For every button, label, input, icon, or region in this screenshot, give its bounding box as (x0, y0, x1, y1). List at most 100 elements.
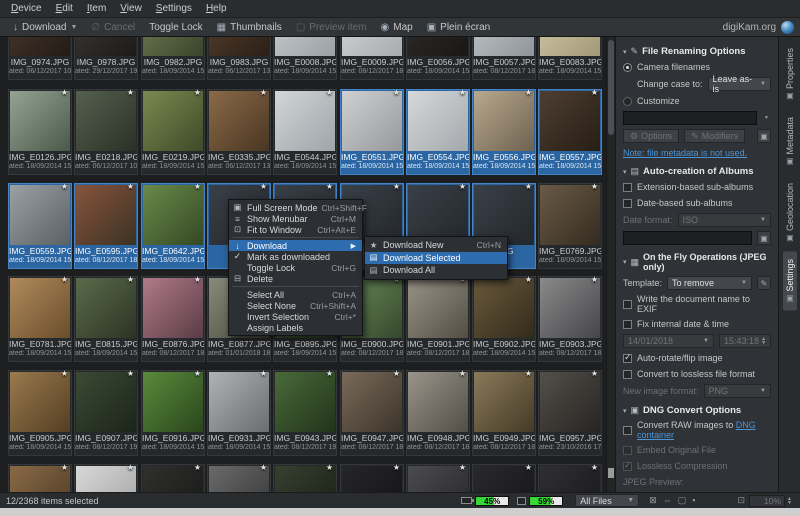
thumbnail-item[interactable]: ★IMG_0982.JPGated: 18/09/2014 15 (141, 37, 205, 80)
checkbox-icon[interactable] (623, 300, 632, 309)
preview-rename-button[interactable]: ▣ (757, 129, 771, 143)
checkbox-icon[interactable] (623, 426, 632, 435)
thumbnail-image[interactable] (408, 91, 468, 151)
onfly-section-header[interactable]: ▾ ▦ On the Fly Operations (JPEG only) (623, 252, 771, 272)
file-renaming-section-header[interactable]: ▾ ✎ File Renaming Options (623, 46, 771, 57)
metadata-note-link[interactable]: Note: file metadata is not used. (623, 148, 747, 158)
thumbnail-image[interactable] (10, 185, 70, 245)
menu-help[interactable]: Help (199, 1, 234, 16)
menu-item-download-all[interactable]: ▤Download All (365, 264, 507, 277)
thumbnail-item[interactable]: ★IMG_E0947.JPGated: 08/12/2017 18 (340, 370, 404, 456)
thumbnail-image[interactable] (540, 278, 600, 338)
thumbnail-image[interactable] (540, 372, 600, 432)
thumbnail-item[interactable]: ★ (207, 464, 271, 492)
side-tab-properties[interactable]: ▣Properties (783, 41, 797, 108)
thumbnail-item[interactable]: ★IMG_E0056.JPGated: 18/09/2014 15 (406, 37, 470, 80)
thumbnail-item[interactable]: ★ (406, 464, 470, 492)
menu-item-toggle-lock[interactable]: Toggle LockCtrl+G (229, 262, 362, 273)
grid-scrollbar[interactable] (606, 37, 615, 492)
date-format-select[interactable]: ISO ▼ (678, 213, 771, 227)
thumbnail-item[interactable]: ★IMG_E0876.JPGated: 08/12/2017 18 (141, 276, 205, 362)
thumbnail-image[interactable] (474, 278, 534, 338)
side-tab-settings[interactable]: ▣Settings (783, 252, 797, 311)
thumbnail-item[interactable]: ★ (141, 464, 205, 492)
thumbnail-image[interactable] (474, 37, 534, 56)
thumbnail-item[interactable]: ★IMG_E0781.JPGated: 18/09/2014 15 (8, 276, 72, 362)
rename-pattern-input[interactable] (623, 111, 757, 125)
thumbnail-item[interactable]: ★IMG_E0218.JPGated: 06/12/2017 10 (74, 89, 138, 175)
menu-item-download[interactable]: ↓Download▶ (229, 240, 362, 251)
thumbnail-item[interactable]: ★IMG_E0957.JPGated: 23/10/2016 17 (538, 370, 602, 456)
thumbnail-image[interactable] (76, 37, 136, 56)
thumbnail-image[interactable] (275, 91, 335, 151)
file-filter-select[interactable]: All Files ▼ (575, 494, 639, 507)
thumbnail-item[interactable]: ★IMG_E0642.JPGated: 18/09/2014 15 (141, 183, 205, 269)
menu-item-show-menubar[interactable]: ≡Show MenubarCtrl+M (229, 213, 362, 224)
thumbnail-image[interactable] (342, 37, 402, 56)
thumbnail-item[interactable]: ★IMG_E0903.JPGated: 08/12/2017 18 (538, 276, 602, 362)
zoom-fit-icon[interactable]: ⊠ (649, 495, 657, 506)
thumbnail-item[interactable]: ★IMG_E0902.JPGated: 18/09/2014 15 (472, 276, 536, 362)
map-button[interactable]: ◉Map (374, 21, 420, 34)
radio-on-icon[interactable] (623, 63, 632, 72)
thumbnail-image[interactable] (408, 37, 468, 56)
thumbnail-item[interactable]: ★IMG_E0551.JPGated: 18/09/2014 15 (340, 89, 404, 175)
thumbnail-image[interactable] (10, 278, 70, 338)
thumbnail-image[interactable] (540, 37, 600, 56)
thumbnail-image[interactable] (275, 37, 335, 56)
thumbnail-item[interactable]: ★IMG_E0126.JPGated: 18/09/2014 15 (8, 89, 72, 175)
thumbnail-image[interactable] (408, 372, 468, 432)
lossless-convert-row[interactable]: Convert to lossless file format (623, 368, 771, 380)
modifiers-button[interactable]: ✎ Modifiers (684, 129, 745, 143)
thumbnail-item[interactable]: ★IMG_E0595.JPGated: 08/12/2017 18 (74, 183, 138, 269)
menu-item[interactable]: Item (80, 1, 113, 16)
thumbnail-item[interactable]: ★IMG_E0769.JPGated: 18/09/2014 15 (538, 183, 602, 269)
thumbnail-image[interactable] (408, 278, 468, 338)
thumbnail-image[interactable] (76, 91, 136, 151)
dng-section-header[interactable]: ▾ ▣ DNG Convert Options (623, 405, 771, 416)
thumbnail-image[interactable] (76, 185, 136, 245)
thumbnail-item[interactable]: ★IMG_E0901.JPGated: 08/12/2017 18 (406, 276, 470, 362)
thumbnail-image[interactable] (76, 372, 136, 432)
thumbnail-item[interactable]: ★IMG_E0557.JPGated: 18/09/2014 15 (538, 89, 602, 175)
thumbnail-item[interactable]: ★ (273, 464, 337, 492)
image-format-select[interactable]: PNG ▼ (704, 384, 771, 398)
thumbnail-image[interactable] (474, 372, 534, 432)
date-picker[interactable]: 14/01/2018 ▼ (623, 334, 714, 348)
thumbnail-item[interactable]: ★IMG_E0907.JPGated: 08/12/2017 19 (74, 370, 138, 456)
change-case-select[interactable]: Leave as-is ▼ (708, 77, 771, 91)
thumbnail-item[interactable]: ★IMG_E0544.JPGated: 18/09/2014 15 (273, 89, 337, 175)
thumbnail-item[interactable]: ★IMG_E0931.JPGated: 18/09/2014 15 (207, 370, 271, 456)
chevron-down-icon[interactable]: ▼ (762, 116, 771, 120)
thumbnail-item[interactable]: ★IMG_0974.JPGated: 06/12/2017 10 (8, 37, 72, 80)
thumbnail-item[interactable]: ★IMG_E0949.JPGated: 08/12/2017 18 (472, 370, 536, 456)
thumbnail-item[interactable]: ★IMG_E0335.JPGated: 06/12/2017 13 (207, 89, 271, 175)
menu-item-invert-selection[interactable]: Invert SelectionCtrl+* (229, 311, 362, 322)
checkbox-icon[interactable] (623, 199, 632, 208)
menu-item-fit-to-window[interactable]: ⊡Fit to WindowCtrl+Alt+E (229, 224, 362, 235)
thumbnail-large-icon[interactable]: ▪ (692, 495, 695, 506)
thumbnail-item[interactable]: ★ (472, 464, 536, 492)
fullscreen-button[interactable]: ▣Plein écran (420, 21, 497, 34)
thumbnails-button[interactable]: ▦Thumbnails (210, 21, 289, 34)
thumbnail-image[interactable] (143, 185, 203, 245)
thumbnail-image[interactable] (275, 372, 335, 432)
menu-settings[interactable]: Settings (149, 1, 199, 16)
auto-albums-section-header[interactable]: ▾ ▤ Auto-creation of Albums (623, 166, 771, 177)
thumbnail-item[interactable]: ★ (74, 464, 138, 492)
fix-datetime-row[interactable]: Fix internal date & time (623, 318, 771, 330)
thumbnail-image[interactable] (540, 185, 600, 245)
checkbox-icon[interactable] (623, 370, 632, 379)
thumbnail-item[interactable]: ★IMG_E0905.JPGated: 18/09/2014 15 (8, 370, 72, 456)
thumbnail-image[interactable] (209, 91, 269, 151)
grid-scrollbar-button[interactable] (608, 468, 614, 478)
thumbnail-image[interactable] (540, 91, 600, 151)
checkbox-icon[interactable] (623, 183, 632, 192)
menu-item-select-all[interactable]: Select AllCtrl+A (229, 289, 362, 300)
thumbnail-image[interactable] (10, 37, 70, 56)
extension-subalbums-row[interactable]: Extension-based sub-albums (623, 181, 771, 193)
date-format-input[interactable] (623, 231, 752, 245)
menu-item-full-screen-mode[interactable]: ▣Full Screen ModeCtrl+Shift+F (229, 202, 362, 213)
exif-docname-row[interactable]: Write the document name to EXIF (623, 294, 771, 314)
side-tab-metadata[interactable]: ▣Metadata (783, 110, 797, 174)
